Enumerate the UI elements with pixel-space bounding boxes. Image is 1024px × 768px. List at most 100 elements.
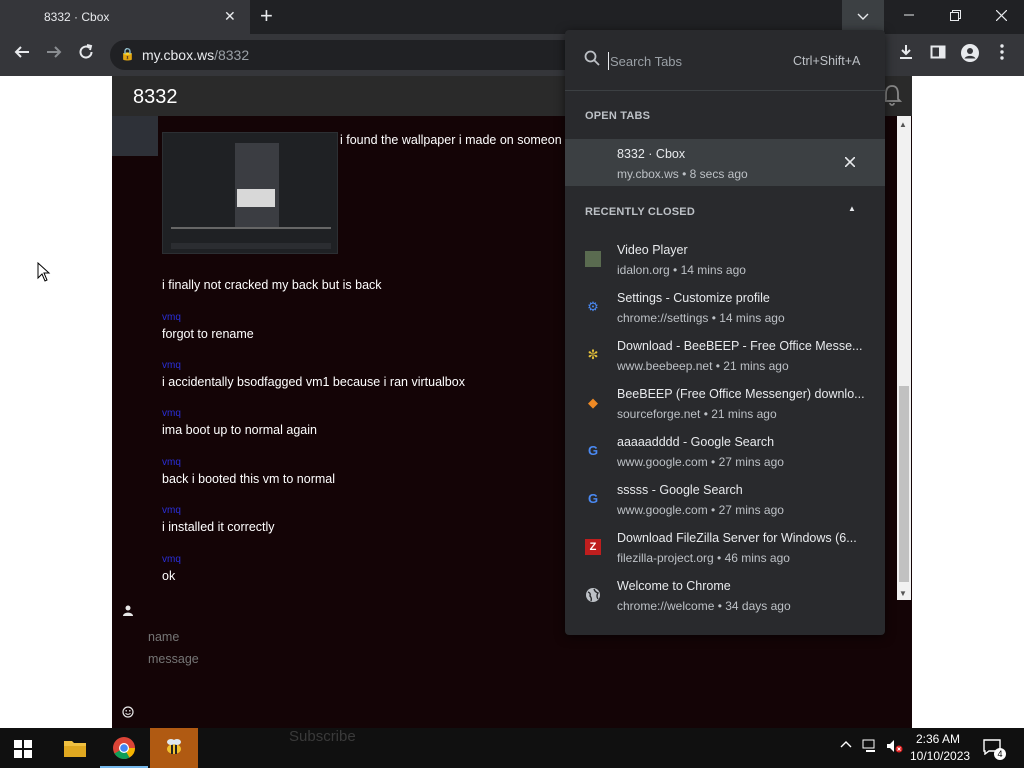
bell-icon-shape [881,85,903,106]
message-username[interactable]: vmq [162,505,181,516]
browser-tab-title: 8332 · Cbox [44,10,110,24]
chrome-icon [113,737,135,759]
close-window-button[interactable] [978,0,1024,32]
message-text: forgot to rename [162,327,254,341]
page-title: 8332 [133,86,178,108]
message-username[interactable]: vmq [162,457,181,468]
emoji-icon[interactable] [122,706,134,721]
message-text: i accidentally bsodfagged vm1 because i … [162,375,465,389]
restore-button[interactable] [932,0,978,32]
recently-closed-title: Download FileZilla Server for Windows (6… [617,531,857,545]
avatar-thumbnail [112,116,158,156]
arrow-left-icon [14,46,29,58]
recently-closed-subtitle: www.beebeep.net • 21 mins ago [617,359,789,373]
chrome-taskbar-button[interactable] [100,728,148,768]
file-explorer-taskbar-button[interactable] [50,728,98,768]
bell-icon[interactable] [881,84,903,112]
recently-closed-subtitle: chrome://settings • 14 mins ago [617,311,785,325]
close-tab-icon[interactable] [844,154,856,170]
search-tabs-input[interactable] [608,52,778,70]
recently-closed-title: Download - BeeBEEP - Free Office Messe..… [617,339,863,353]
message-image[interactable] [162,132,338,254]
mouse-cursor [37,261,51,287]
show-hidden-icons[interactable] [840,739,852,754]
lock-icon: 🔒 [120,47,135,61]
divider [565,90,885,91]
message-username[interactable]: vmq [162,360,181,371]
volume-muted-icon[interactable] [886,739,904,756]
recently-closed-title: aaaaadddd - Google Search [617,435,775,449]
network-icon[interactable] [862,739,878,756]
open-tabs-heading: OPEN TABS [585,110,651,122]
message-text: ok [162,569,176,583]
message-text: i found the wallpaper i made on someon [340,133,562,147]
download-icon [900,45,912,59]
search-shortcut-hint: Ctrl+Shift+A [793,54,861,68]
chevron-up-icon [840,741,852,748]
new-tab-button[interactable]: + [260,4,273,28]
message-username[interactable]: vmq [162,408,181,419]
clock-date[interactable]: 10/10/2023 [910,749,970,763]
back-button[interactable] [10,44,34,65]
recently-closed-subtitle: filezilla-project.org • 46 mins ago [617,551,790,565]
profile-button[interactable] [958,44,982,67]
recently-closed-title: sssss - Google Search [617,483,743,497]
recently-closed-subtitle: www.google.com • 27 mins ago [617,455,784,469]
url-path: /8332 [214,47,250,63]
url-host: my.cbox.ws [142,47,215,63]
name-input[interactable] [148,630,448,644]
beebeep-taskbar-button[interactable] [150,728,198,768]
page-scrollbar-thumb[interactable] [899,386,909,582]
recently-closed-subtitle: www.google.com • 27 mins ago [617,503,784,517]
message-username[interactable]: vmq [162,554,181,565]
recently-closed-title: Settings - Customize profile [617,291,770,305]
address-bar[interactable]: 🔒 my.cbox.ws/8332 [110,40,580,70]
scroll-down-arrow[interactable]: ▼ [899,589,907,598]
message-text: i installed it correctly [162,520,275,534]
browser-tab[interactable]: 8332 · Cbox ✕ [0,0,250,34]
reload-button[interactable] [74,44,98,65]
sourceforge-icon: ◆ [588,395,598,410]
downloads-button[interactable] [894,44,918,65]
side-panel-button[interactable] [926,44,950,65]
recently-closed-subtitle: idalon.org • 14 mins ago [617,263,746,277]
open-tab-title: 8332 · Cbox [617,147,686,161]
message-text: i finally not cracked my back but is bac… [162,278,382,292]
google-icon: G [587,491,599,506]
more-vert-icon [1000,44,1004,60]
reload-icon [79,44,93,59]
close-tab-icon[interactable]: ✕ [224,8,236,25]
globe-icon [585,587,601,603]
notification-count-badge: 4 [994,748,1006,760]
video-player-favicon [585,251,601,267]
close-icon [995,9,1007,22]
open-tab-subtitle: my.cbox.ws • 8 secs ago [617,167,748,181]
windows-start-button[interactable] [14,740,32,763]
side-panel-icon [930,45,946,59]
recently-closed-subtitle: chrome://welcome • 34 days ago [617,599,791,613]
user-icon [123,605,133,619]
message-input[interactable] [148,652,448,666]
clock-time[interactable]: 2:36 AM [916,732,960,746]
message-text: back i booted this vm to normal [162,472,335,486]
message-text: ima boot up to normal again [162,423,317,437]
search-icon [584,50,600,71]
recently-closed-title: Video Player [617,243,688,257]
subscribe-button-background: Subscribe [289,728,356,745]
scroll-up-arrow[interactable]: ▲ [899,120,907,129]
message-username[interactable]: vmq [162,312,181,323]
recently-closed-heading: RECENTLY CLOSED [585,206,695,218]
recently-closed-subtitle: sourceforge.net • 21 mins ago [617,407,777,421]
filezilla-icon: Z [585,539,601,555]
recently-closed-title: BeeBEEP (Free Office Messenger) downlo..… [617,387,865,401]
arrow-right-icon [47,46,62,58]
chevron-up-icon[interactable]: ▲ [848,204,856,213]
menu-button[interactable] [990,44,1014,65]
tab-search-button[interactable] [842,0,884,32]
bee-icon: ✼ [587,347,599,362]
google-icon: G [587,443,599,458]
minimize-button[interactable] [886,0,932,32]
windows-logo-icon [14,740,32,758]
minimize-icon [904,14,914,16]
forward-button[interactable] [42,44,66,65]
